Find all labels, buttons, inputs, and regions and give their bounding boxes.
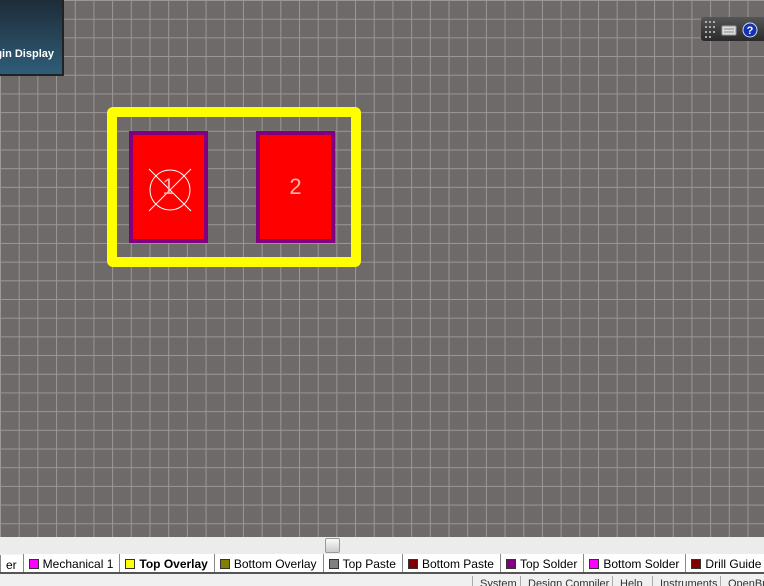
grip-icon	[705, 21, 715, 38]
layer-tabs: er Mechanical 1 Top Overlay Bottom Overlay T…	[0, 554, 764, 574]
pad-designator: 1	[162, 174, 175, 199]
layer-color-swatch	[219, 559, 230, 569]
layer-tab-label: Top Paste	[342, 557, 396, 571]
scrollbar-thumb[interactable]	[325, 538, 340, 553]
pcb-canvas[interactable]: gin Display ? 1 2	[0, 0, 764, 537]
layer-tab-top-solder[interactable]: Top Solder	[499, 554, 584, 572]
layer-tab-bottom-paste[interactable]: Bottom Paste	[401, 554, 500, 572]
status-instruments[interactable]: Instruments	[652, 576, 724, 586]
layer-tab-label: Bottom Paste	[421, 557, 494, 571]
layer-tab-bottom-solder[interactable]: Bottom Solder	[583, 554, 686, 572]
layer-tab-label: Top Solder	[519, 557, 578, 571]
pad-1[interactable]: 1	[129, 131, 208, 243]
status-openbus[interactable]: OpenBus	[720, 576, 764, 586]
layer-color-swatch	[407, 559, 418, 569]
layer-tab-label: er	[6, 558, 17, 572]
pad-designator: 2	[289, 174, 302, 199]
layer-color-swatch	[505, 559, 516, 569]
svg-text:?: ?	[747, 25, 754, 37]
layer-tab-label: Drill Guide	[705, 557, 762, 571]
layer-tab-top-paste[interactable]: Top Paste	[322, 554, 402, 572]
layer-color-swatch	[125, 559, 136, 569]
help-icon[interactable]: ?	[742, 22, 758, 38]
layer-tab-top-overlay[interactable]: Top Overlay	[119, 554, 214, 572]
layer-tab-label: Top Overlay	[139, 557, 208, 571]
layer-color-swatch	[589, 559, 600, 569]
layer-tab-er[interactable]: er	[0, 555, 23, 572]
horizontal-scrollbar[interactable]	[0, 537, 764, 554]
pad-2[interactable]: 2	[256, 131, 335, 243]
status-design-compiler[interactable]: Design Compiler	[520, 576, 616, 586]
heads-up-toolbar: ?	[701, 17, 764, 41]
hud-icons: ?	[705, 21, 758, 38]
status-bar: System Design Compiler Help Instruments …	[0, 576, 764, 586]
layer-tab-label: Mechanical 1	[42, 557, 114, 571]
layer-tab-mechanical-1[interactable]: Mechanical 1	[22, 554, 120, 572]
layer-tab-label: Bottom Overlay	[233, 557, 317, 571]
layer-color-swatch	[28, 559, 39, 569]
keyboard-icon[interactable]	[721, 25, 737, 36]
layer-tab-drill-guide[interactable]: Drill Guide	[685, 554, 764, 572]
origin-display-label: gin Display	[0, 48, 54, 60]
layer-color-swatch	[691, 559, 702, 569]
layer-tab-label: Bottom Solder	[603, 557, 680, 571]
layer-color-swatch	[328, 559, 339, 569]
layer-tab-bottom-overlay[interactable]: Bottom Overlay	[213, 554, 323, 572]
status-system[interactable]: System	[472, 576, 524, 586]
origin-display-panel[interactable]: gin Display	[0, 0, 64, 76]
status-help[interactable]: Help	[612, 576, 650, 586]
